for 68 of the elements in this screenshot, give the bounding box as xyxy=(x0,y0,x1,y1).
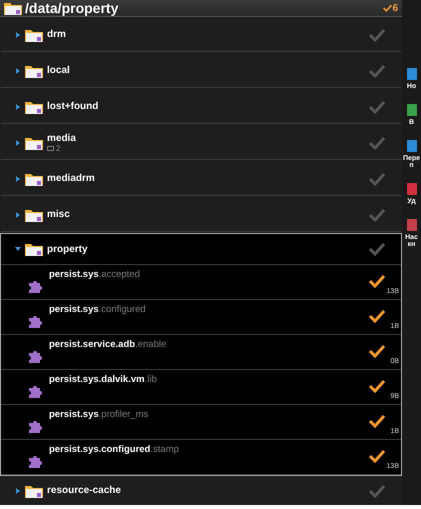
folder-row[interactable]: drm xyxy=(1,18,401,52)
folder-row[interactable]: resource-cache xyxy=(1,477,401,504)
folder-name: local xyxy=(47,65,71,76)
folder-row[interactable]: property xyxy=(1,234,401,265)
folder-name: mediadrm xyxy=(47,173,96,184)
expand-arrow-icon[interactable] xyxy=(15,488,21,494)
checked-count: 6 xyxy=(383,2,398,14)
puzzle-icon xyxy=(27,348,43,364)
expanded-arrow-icon[interactable] xyxy=(15,246,21,252)
folder-row[interactable]: lost+found xyxy=(1,90,401,124)
check-icon[interactable] xyxy=(369,172,385,186)
folder-icon xyxy=(25,100,43,114)
check-icon[interactable] xyxy=(369,414,385,428)
folder-name: lost+found xyxy=(47,101,100,112)
action-icon[interactable] xyxy=(406,219,416,231)
item-count: 2 xyxy=(56,144,60,152)
action-icon[interactable] xyxy=(406,140,416,152)
action-icon[interactable] xyxy=(406,104,416,116)
file-name: persist.sys.configured.stamp xyxy=(49,444,180,455)
check-icon[interactable] xyxy=(369,28,385,42)
folder-row[interactable]: media 2 xyxy=(1,126,401,160)
expand-arrow-icon[interactable] xyxy=(15,140,21,146)
check-icon[interactable] xyxy=(369,136,385,150)
folder-row[interactable]: mediadrm xyxy=(1,162,401,196)
folder-name: media xyxy=(47,132,77,144)
check-icon[interactable] xyxy=(369,208,385,222)
folder-name: property xyxy=(47,244,89,254)
check-icon[interactable] xyxy=(369,100,385,114)
check-icon[interactable] xyxy=(369,64,385,78)
path-title: /data/property xyxy=(25,0,120,16)
action-icon[interactable] xyxy=(406,183,416,195)
folder-name: misc xyxy=(47,209,71,220)
check-icon[interactable] xyxy=(369,344,385,358)
expand-arrow-icon[interactable] xyxy=(15,68,21,74)
puzzle-icon xyxy=(27,383,43,399)
file-name: persist.sys.dalvik.vm.lib xyxy=(49,374,158,385)
folder-icon xyxy=(25,64,43,78)
action-icon[interactable] xyxy=(406,68,416,80)
check-icon[interactable] xyxy=(369,484,385,498)
file-name: persist.service.adb.enable xyxy=(49,339,168,350)
folder-icon xyxy=(25,172,43,186)
folder-row[interactable]: local xyxy=(1,54,401,88)
folder-icon xyxy=(25,28,43,42)
puzzle-icon xyxy=(27,278,43,294)
check-icon[interactable] xyxy=(369,274,385,288)
check-icon[interactable] xyxy=(369,449,385,463)
puzzle-icon xyxy=(27,313,43,329)
folder-small-icon xyxy=(47,146,54,150)
check-icon[interactable] xyxy=(369,309,385,323)
file-name: persist.sys.profiler_ms xyxy=(49,409,150,420)
check-icon[interactable] xyxy=(369,379,385,393)
folder-icon xyxy=(25,242,43,256)
check-icon[interactable] xyxy=(369,242,385,256)
folder-icon xyxy=(25,484,43,498)
folder-name: resource-cache xyxy=(47,485,122,496)
puzzle-icon xyxy=(27,453,43,469)
expand-arrow-icon[interactable] xyxy=(15,212,21,218)
puzzle-icon xyxy=(27,418,43,434)
file-name: persist.sys.configured xyxy=(49,304,147,315)
file-name: persist.sys.accepted xyxy=(49,269,141,280)
folder-icon xyxy=(25,136,43,150)
expand-arrow-icon[interactable] xyxy=(15,104,21,110)
folder-row[interactable]: misc xyxy=(1,198,401,232)
folder-icon xyxy=(25,208,43,222)
folder-name: drm xyxy=(47,29,67,40)
expand-arrow-icon[interactable] xyxy=(15,176,21,182)
folder-icon xyxy=(4,1,22,15)
expand-arrow-icon[interactable] xyxy=(15,32,21,38)
